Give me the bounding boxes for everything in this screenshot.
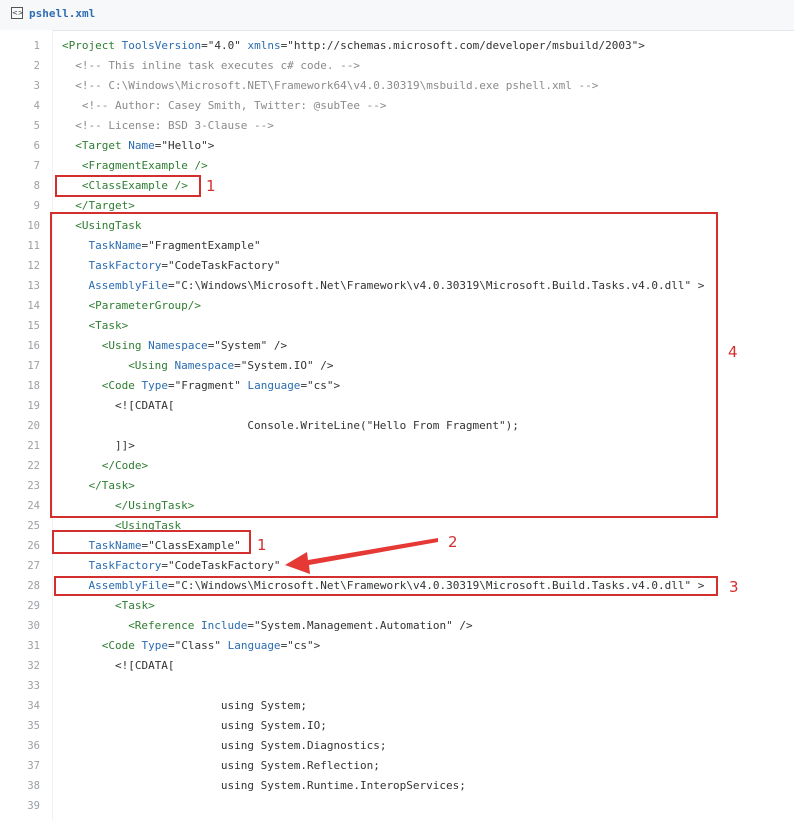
annotation-arrow: [285, 538, 438, 574]
